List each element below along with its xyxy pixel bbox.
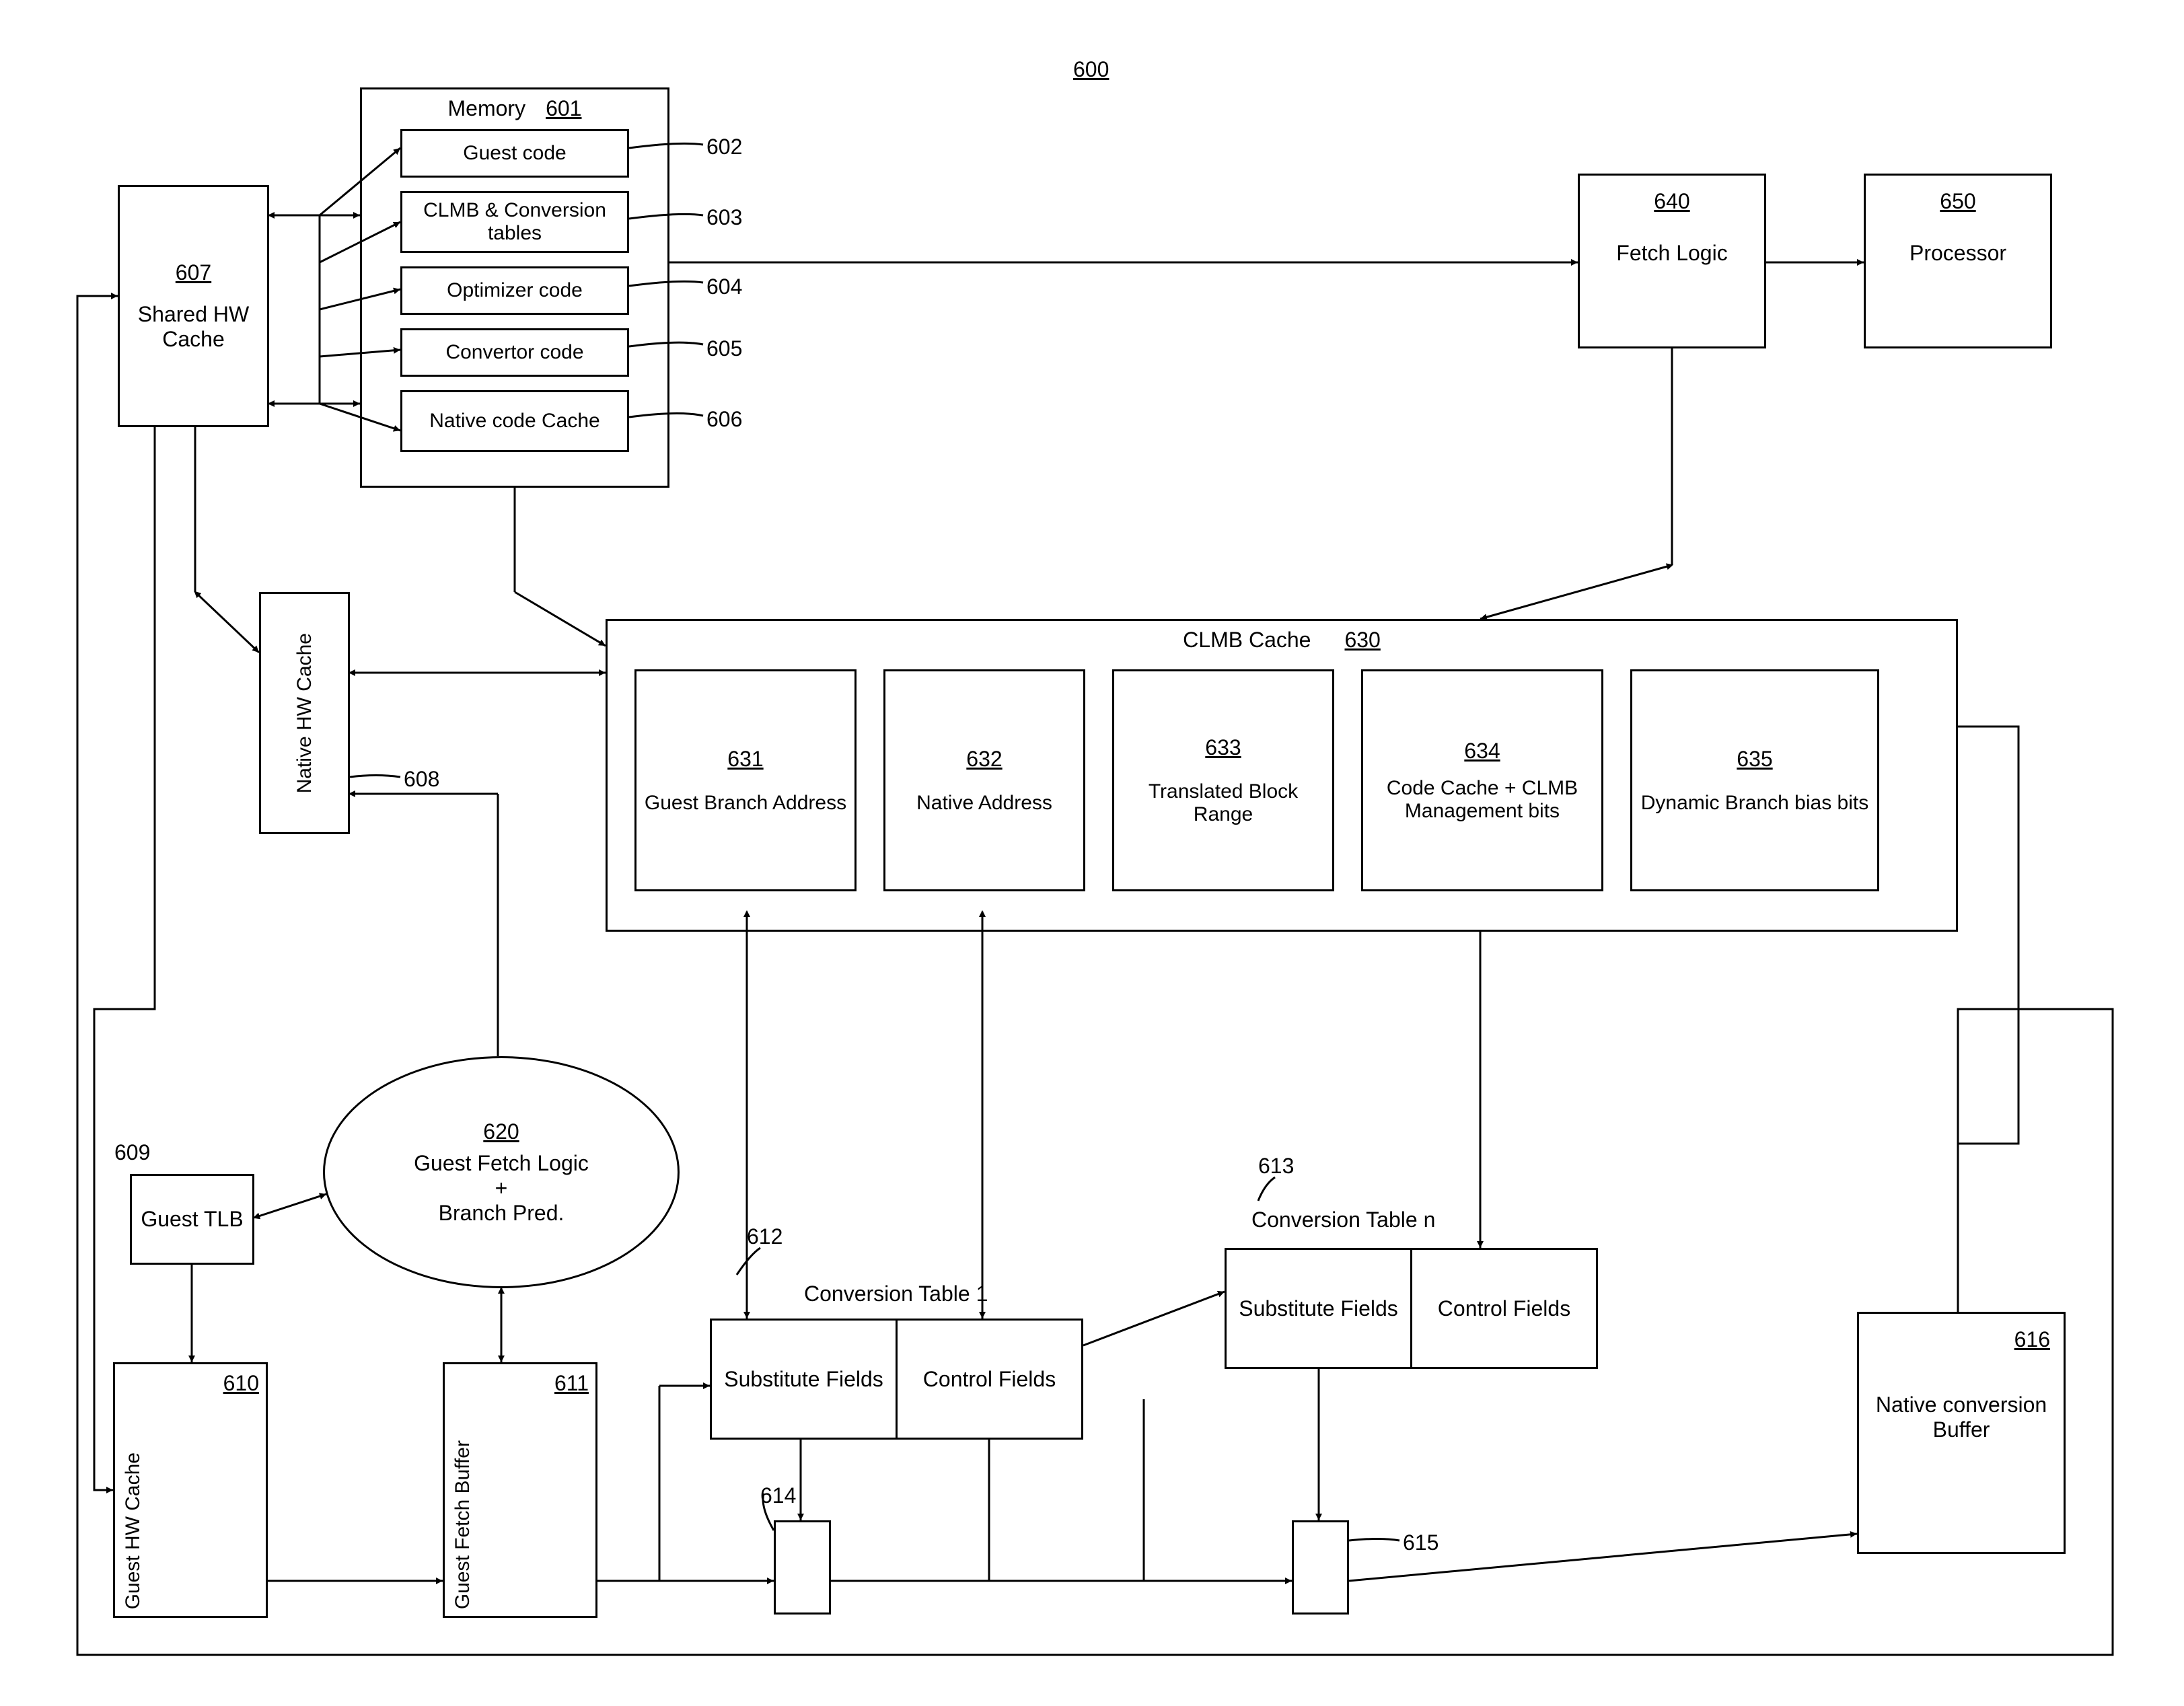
ref-608: 608	[404, 767, 439, 792]
ref-609: 609	[114, 1140, 150, 1165]
memory-item-optimizer: Optimizer code	[400, 266, 629, 315]
memory-ref: 601	[546, 96, 581, 121]
guest-fetch-buffer-ref: 611	[554, 1371, 589, 1396]
fetch-logic-ref: 640	[1654, 189, 1689, 214]
shared-hw-cache-block: 607 Shared HW Cache	[118, 185, 269, 427]
mux-614-block	[774, 1520, 831, 1615]
guest-fetch-ref: 620	[483, 1119, 519, 1144]
clmb-item-631: 631 Guest Branch Address	[634, 669, 857, 891]
memory-label: Memory	[448, 96, 526, 121]
guest-tlb-block: Guest TLB	[130, 1174, 254, 1265]
native-hw-cache-block: Native HW Cache	[259, 592, 350, 834]
guest-tlb-label: Guest TLB	[141, 1207, 243, 1232]
diagram-ref: 600	[1073, 57, 1109, 81]
guest-hw-cache-ref: 610	[223, 1371, 259, 1396]
processor-block: 650 Processor	[1864, 174, 2052, 348]
conv-table-1-block: Substitute Fields Control Fields	[710, 1319, 1083, 1440]
conv-table-n-label: Conversion Table n	[1251, 1208, 1435, 1232]
ref-613: 613	[1258, 1154, 1294, 1179]
memory-block: Memory 601 Guest code CLMB & Conversion …	[360, 87, 669, 488]
ref-612: 612	[747, 1224, 782, 1249]
fetch-logic-block: 640 Fetch Logic	[1578, 174, 1766, 348]
memory-item-native-cache: Native code Cache	[400, 390, 629, 452]
clmb-item-635: 635 Dynamic Branch bias bits	[1630, 669, 1879, 891]
ref-603: 603	[706, 205, 742, 230]
ref-614: 614	[760, 1483, 796, 1508]
guest-hw-cache-block: Guest HW Cache 610	[113, 1362, 268, 1618]
shared-hw-cache-label: Shared HW Cache	[120, 302, 267, 352]
guest-fetch-label1: Guest Fetch Logic	[414, 1151, 589, 1176]
native-conv-buffer-label: Native conversion Buffer	[1859, 1393, 2064, 1442]
guest-fetch-label3: Branch Pred.	[439, 1201, 565, 1226]
clmb-item-632: 632 Native Address	[883, 669, 1085, 891]
clmb-cache-label: CLMB Cache	[1183, 628, 1311, 653]
ref-605: 605	[706, 336, 742, 361]
ref-602: 602	[706, 135, 742, 159]
ref-604: 604	[706, 274, 742, 299]
mux-615-block	[1292, 1520, 1349, 1615]
memory-item-guest-code: Guest code	[400, 129, 629, 178]
guest-fetch-buffer-label: Guest Fetch Buffer	[451, 1440, 474, 1609]
clmb-cache-block: CLMB Cache 630 631 Guest Branch Address …	[606, 619, 1958, 932]
guest-fetch-label2: +	[495, 1176, 508, 1201]
memory-item-convertor: Convertor code	[400, 328, 629, 377]
native-conv-buffer-ref: 616	[2014, 1327, 2050, 1352]
conv-table-1-label: Conversion Table 1	[804, 1282, 988, 1306]
shared-hw-cache-ref: 607	[176, 260, 211, 285]
clmb-cache-ref: 630	[1344, 628, 1380, 653]
guest-hw-cache-label: Guest HW Cache	[122, 1452, 145, 1609]
ref-615: 615	[1403, 1530, 1439, 1555]
processor-label: Processor	[1909, 241, 2006, 266]
guest-fetch-buffer-block: Guest Fetch Buffer 611	[443, 1362, 597, 1618]
native-hw-cache-label: Native HW Cache	[293, 633, 316, 793]
clmb-item-634: 634 Code Cache + CLMB Management bits	[1361, 669, 1603, 891]
native-conv-buffer-block: 616 Native conversion Buffer	[1857, 1312, 2066, 1554]
processor-ref: 650	[1940, 189, 1975, 214]
clmb-item-633: 633 Translated Block Range	[1112, 669, 1334, 891]
guest-fetch-ellipse: 620 Guest Fetch Logic + Branch Pred.	[323, 1056, 680, 1288]
conv-table-n-block: Substitute Fields Control Fields	[1225, 1248, 1598, 1369]
ref-606: 606	[706, 407, 742, 432]
fetch-logic-label: Fetch Logic	[1616, 241, 1727, 266]
memory-item-clmb-tables: CLMB & Conversion tables	[400, 191, 629, 253]
